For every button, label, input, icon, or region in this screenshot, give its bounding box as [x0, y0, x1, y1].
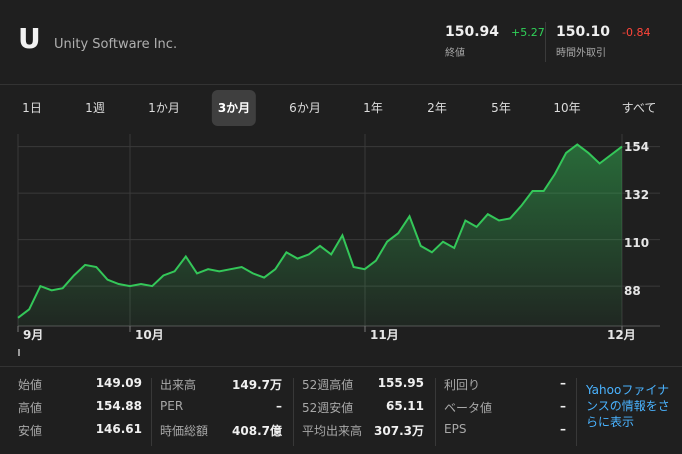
- stat-row: 時価総額 408.7億: [160, 418, 282, 441]
- close-price: 150.94: [445, 24, 500, 40]
- column-divider: [576, 378, 577, 446]
- stat-value: –: [560, 399, 566, 413]
- stat-value: 65.11: [386, 399, 424, 413]
- stat-row: EPS –: [444, 418, 566, 441]
- yahoo-finance-link[interactable]: Yahooファイナンスの情報をさらに表示: [586, 382, 678, 430]
- stat-label: 時価総額: [160, 424, 209, 438]
- stat-row: 利回り –: [444, 372, 566, 395]
- price-chart[interactable]: 154 132 110 88 9月 10月 11月 12月: [0, 126, 682, 361]
- x-tick-label: 9月: [23, 328, 44, 342]
- column-divider: [293, 378, 294, 446]
- range-1d[interactable]: 1日: [16, 90, 48, 126]
- range-5y[interactable]: 5年: [485, 90, 517, 126]
- range-1w[interactable]: 1週: [79, 90, 111, 126]
- stats-divider: [0, 366, 682, 367]
- stat-row: 安値 146.61: [18, 418, 142, 441]
- stat-row: 52週安値 65.11: [302, 395, 424, 418]
- range-selector: 1日 1週 1か月 3か月 6か月 1年 2年 5年 10年 すべて: [0, 90, 682, 126]
- after-hours-label: 時間外取引: [556, 48, 606, 59]
- stat-row: 高値 154.88: [18, 395, 142, 418]
- stat-label: 高値: [18, 401, 43, 415]
- stat-value: 149.7万: [232, 378, 282, 392]
- range-all[interactable]: すべて: [616, 90, 663, 126]
- stat-row: 平均出来高 307.3万: [302, 418, 424, 441]
- after-hours-price: 150.10: [556, 24, 611, 40]
- stat-label: 出来高: [160, 378, 197, 392]
- y-tick-label: 154: [624, 140, 650, 154]
- y-tick-label: 110: [624, 236, 650, 250]
- stat-value: 307.3万: [374, 424, 424, 438]
- stock-header: U Unity Software Inc. 150.94 +5.27 終値 15…: [0, 0, 682, 84]
- stats-col-2: 出来高 149.7万 PER – 時価総額 408.7億: [160, 372, 282, 441]
- close-label: 終値: [445, 48, 465, 59]
- range-6m[interactable]: 6か月: [283, 90, 327, 126]
- stat-value: 154.88: [95, 399, 142, 413]
- x-tick-label: 11月: [370, 328, 399, 342]
- scrubber-handle: [18, 349, 20, 361]
- ticker-symbol: U: [18, 22, 41, 55]
- range-3m[interactable]: 3か月: [211, 90, 257, 126]
- price-area: [18, 144, 622, 326]
- stat-row: PER –: [160, 395, 282, 418]
- stat-value: 155.95: [377, 376, 424, 390]
- range-2y[interactable]: 2年: [421, 90, 453, 126]
- range-1m[interactable]: 1か月: [142, 90, 186, 126]
- after-hours-quote: 150.10 -0.84 時間外取引: [556, 24, 651, 59]
- after-hours-change: -0.84: [622, 26, 651, 39]
- stat-row: ベータ値 –: [444, 395, 566, 418]
- column-divider: [151, 378, 152, 446]
- stat-row: 始値 149.09: [18, 372, 142, 395]
- stat-label: EPS: [444, 422, 467, 436]
- stat-value: –: [560, 376, 566, 390]
- stat-label: PER: [160, 399, 184, 413]
- stats-panel: 始値 149.09 高値 154.88 安値 146.61 出来高 149.7万 PER…: [0, 372, 682, 454]
- x-tick-label: 12月: [607, 328, 636, 342]
- range-10y[interactable]: 10年: [547, 90, 586, 126]
- stat-label: 始値: [18, 378, 43, 392]
- x-tick-label: 10月: [135, 328, 164, 342]
- y-tick-label: 132: [624, 188, 650, 202]
- stat-value: –: [560, 422, 566, 436]
- stat-label: 利回り: [444, 378, 481, 392]
- stats-col-1: 始値 149.09 高値 154.88 安値 146.61: [18, 372, 142, 441]
- stat-label: 安値: [18, 424, 43, 438]
- stat-row: 出来高 149.7万: [160, 372, 282, 395]
- range-1y[interactable]: 1年: [357, 90, 389, 126]
- stat-value: 146.61: [95, 422, 142, 436]
- stats-col-4: 利回り – ベータ値 – EPS –: [444, 372, 566, 441]
- stat-value: 408.7億: [232, 424, 282, 438]
- stat-value: 149.09: [95, 376, 142, 390]
- column-divider: [435, 378, 436, 446]
- stat-value: –: [276, 399, 282, 413]
- stat-label: 52週安値: [302, 401, 354, 415]
- stat-row: 52週高値 155.95: [302, 372, 424, 395]
- company-name: Unity Software Inc.: [54, 37, 178, 52]
- close-change: +5.27: [511, 26, 545, 39]
- price-chart-svg: [17, 134, 660, 361]
- close-quote: 150.94 +5.27 終値: [445, 24, 545, 59]
- stat-label: 平均出来高: [302, 424, 363, 438]
- header-divider: [0, 84, 682, 85]
- y-tick-label: 88: [624, 284, 641, 298]
- stat-label: 52週高値: [302, 378, 354, 392]
- quote-divider: [545, 22, 546, 62]
- stat-label: ベータ値: [444, 401, 493, 415]
- stats-col-3: 52週高値 155.95 52週安値 65.11 平均出来高 307.3万: [302, 372, 424, 441]
